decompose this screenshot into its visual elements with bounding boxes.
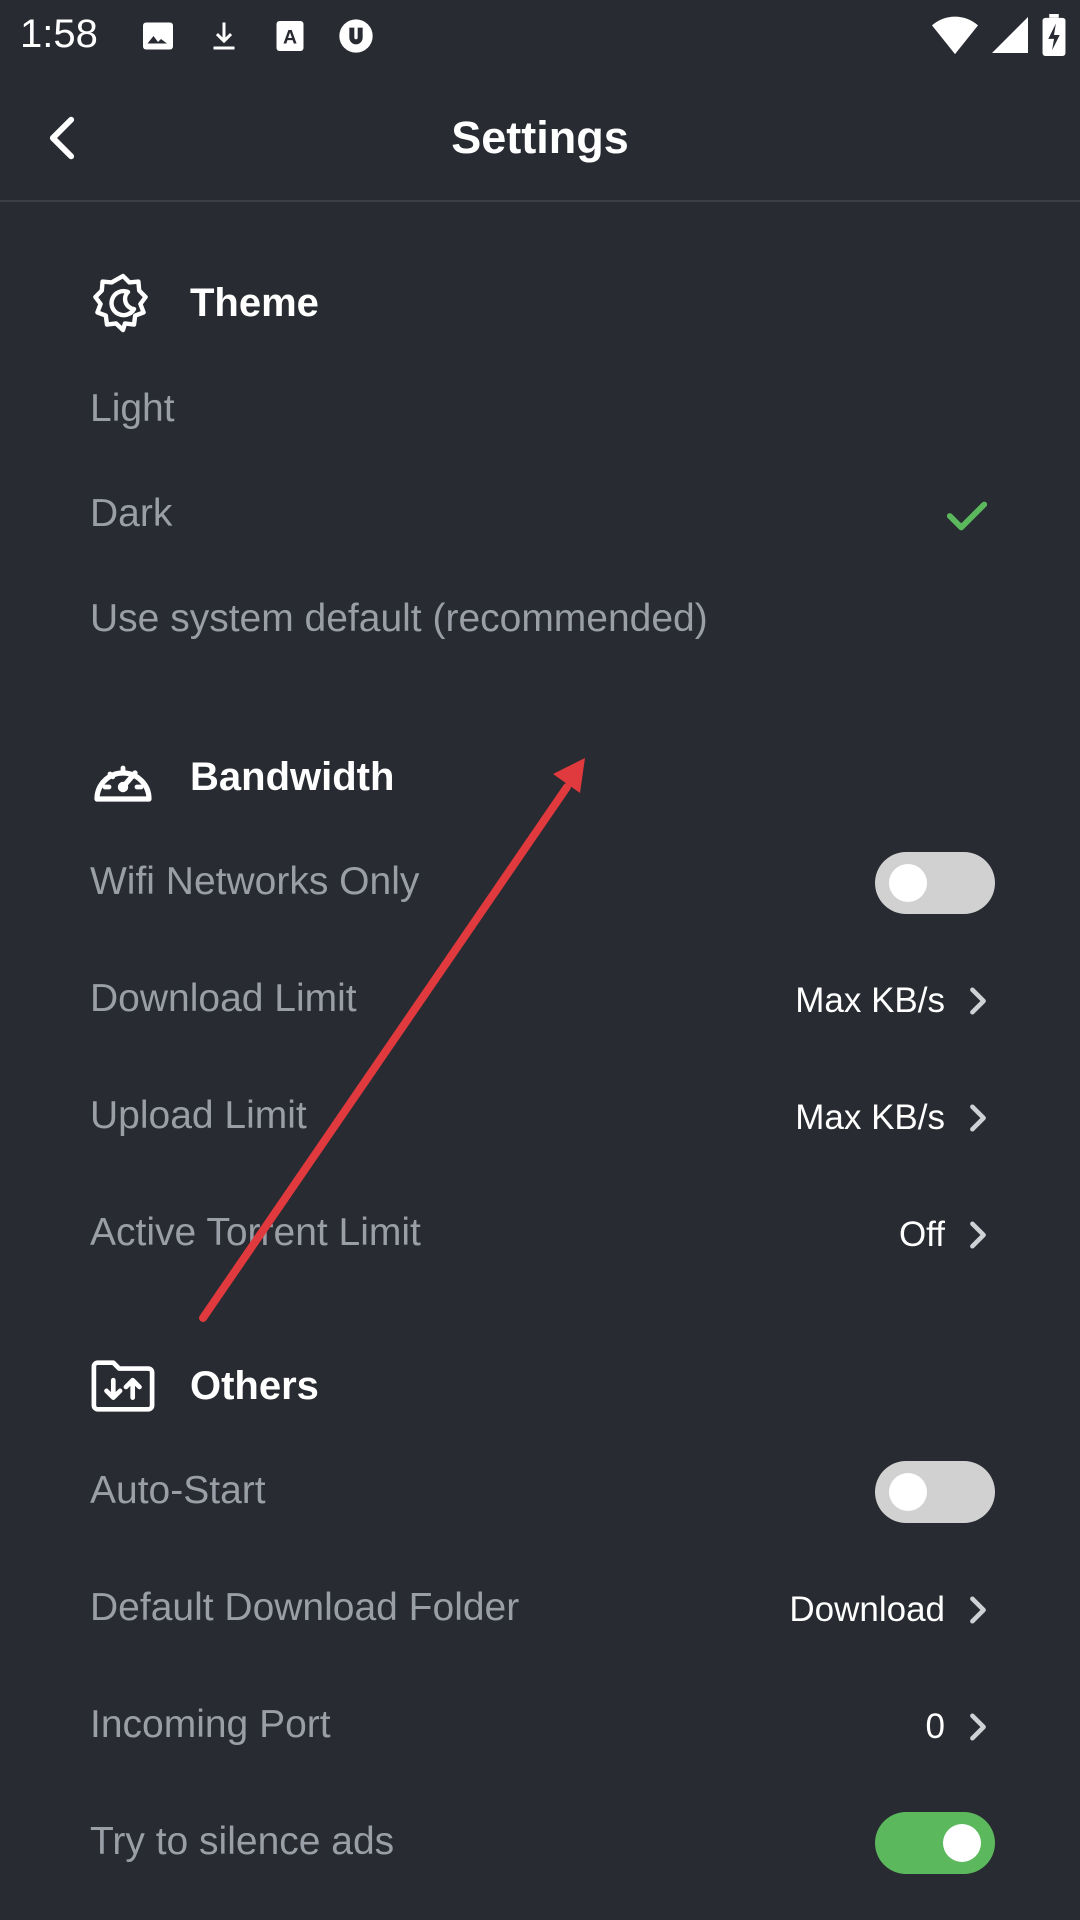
section-title-bandwidth: Bandwidth bbox=[190, 754, 395, 799]
setting-label: Try to silence ads bbox=[90, 1820, 395, 1863]
setting-default-download-folder[interactable]: Default Download Folder Download bbox=[0, 1564, 1080, 1654]
theme-gear-icon bbox=[90, 270, 156, 336]
auto-start-toggle[interactable] bbox=[875, 1461, 995, 1523]
wifi-only-toggle[interactable] bbox=[875, 852, 995, 914]
section-title-others: Others bbox=[190, 1363, 319, 1408]
signal-icon bbox=[992, 16, 1028, 59]
page-title: Settings bbox=[451, 112, 629, 163]
setting-label: Active Torrent Limit bbox=[90, 1211, 421, 1254]
setting-wifi-networks-only: Wifi Networks Only bbox=[0, 838, 1080, 928]
setting-value: Off bbox=[898, 1215, 945, 1254]
theme-option-system-default[interactable]: Use system default (recommended) bbox=[0, 575, 1080, 665]
setting-incoming-port[interactable]: Incoming Port 0 bbox=[0, 1681, 1080, 1771]
section-header-bandwidth: Bandwidth bbox=[90, 742, 394, 812]
image-icon bbox=[136, 14, 180, 58]
setting-download-limit[interactable]: Download Limit Max KB/s bbox=[0, 955, 1080, 1045]
chevron-right-icon bbox=[964, 1217, 992, 1253]
setting-label: Auto-Start bbox=[90, 1469, 266, 1512]
setting-label: Download Limit bbox=[90, 977, 357, 1020]
folder-transfer-icon bbox=[90, 1353, 156, 1419]
setting-upload-limit[interactable]: Upload Limit Max KB/s bbox=[0, 1072, 1080, 1162]
setting-label: Upload Limit bbox=[90, 1094, 307, 1137]
battery-charging-icon bbox=[1042, 14, 1066, 61]
setting-active-torrent-limit[interactable]: Active Torrent Limit Off bbox=[0, 1189, 1080, 1279]
wifi-icon bbox=[932, 15, 978, 60]
status-notification-icons: A bbox=[136, 14, 378, 58]
status-bar: 1:58 A bbox=[0, 0, 1080, 72]
download-icon bbox=[202, 14, 246, 58]
setting-value: Max KB/s bbox=[795, 1098, 945, 1137]
chevron-right-icon bbox=[964, 1592, 992, 1628]
app-bar: Settings bbox=[0, 72, 1080, 202]
theme-option-light[interactable]: Light bbox=[0, 365, 1080, 455]
setting-label: Wifi Networks Only bbox=[90, 860, 420, 903]
status-time: 1:58 bbox=[20, 12, 98, 56]
theme-option-dark[interactable]: Dark bbox=[0, 470, 1080, 560]
checkmark-icon bbox=[946, 501, 988, 531]
utorrent-icon bbox=[334, 14, 378, 58]
toggle-knob bbox=[889, 864, 927, 902]
chevron-right-icon bbox=[964, 1100, 992, 1136]
section-header-others: Others bbox=[90, 1351, 319, 1421]
status-system-icons bbox=[932, 14, 1066, 61]
theme-option-label: Use system default (recommended) bbox=[90, 597, 708, 640]
section-title-theme: Theme bbox=[190, 280, 319, 325]
silence-ads-toggle[interactable] bbox=[875, 1812, 995, 1874]
toggle-knob bbox=[889, 1473, 927, 1511]
theme-option-label: Light bbox=[90, 387, 175, 430]
chevron-right-icon bbox=[964, 1709, 992, 1745]
setting-try-to-silence-ads: Try to silence ads bbox=[0, 1798, 1080, 1888]
setting-label: Default Download Folder bbox=[90, 1586, 520, 1629]
svg-text:A: A bbox=[283, 27, 297, 49]
theme-option-label: Dark bbox=[90, 492, 173, 535]
speedometer-icon bbox=[90, 744, 156, 810]
chevron-right-icon bbox=[964, 983, 992, 1019]
setting-value: Download bbox=[789, 1590, 945, 1629]
setting-label: Incoming Port bbox=[90, 1703, 331, 1746]
toggle-knob bbox=[943, 1824, 981, 1862]
text-a-icon: A bbox=[268, 14, 312, 58]
setting-auto-start: Auto-Start bbox=[0, 1447, 1080, 1537]
setting-value: Max KB/s bbox=[795, 981, 945, 1020]
section-header-theme: Theme bbox=[90, 268, 319, 338]
setting-value: 0 bbox=[925, 1707, 945, 1746]
